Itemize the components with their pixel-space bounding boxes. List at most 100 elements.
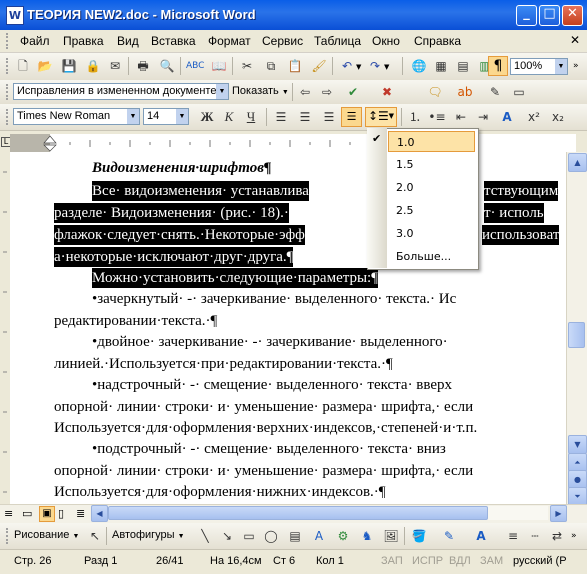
- reviewing-pane-icon[interactable]: ▭: [510, 83, 528, 101]
- permission-icon[interactable]: 🔒: [84, 57, 102, 75]
- align-center-icon[interactable]: ☰: [296, 108, 314, 126]
- bullets-icon[interactable]: •≡: [428, 108, 446, 126]
- zoom-select[interactable]: 100% ▼: [510, 58, 568, 75]
- line-spacing-option[interactable]: 2.0: [388, 177, 475, 198]
- title-bar[interactable]: W ТЕОРИЯ NEW2.doc - Microsoft Word _ □ ✕: [0, 0, 587, 30]
- autoshapes-menu-button[interactable]: Автофигуры ▼: [112, 529, 185, 541]
- chevron-down-icon[interactable]: ▼: [176, 109, 188, 124]
- status-track-changes[interactable]: ИСПР: [412, 555, 443, 567]
- oval-tool-icon[interactable]: ◯: [262, 527, 280, 545]
- drawing-menu-button[interactable]: Рисование ▼: [14, 529, 79, 541]
- toolbar-options-icon[interactable]: »: [571, 531, 577, 541]
- line-tool-icon[interactable]: ╲: [196, 527, 214, 545]
- align-left-icon[interactable]: ☰: [272, 108, 290, 126]
- scroll-right-icon[interactable]: ▶: [550, 505, 567, 522]
- scroll-up-icon[interactable]: ▲: [568, 153, 587, 172]
- status-record[interactable]: ЗАП: [381, 555, 403, 567]
- menu-window[interactable]: Окно: [372, 34, 400, 48]
- toolbar-grip-icon[interactable]: [6, 84, 11, 100]
- word-doc-icon[interactable]: W: [6, 6, 24, 25]
- display-for-review-select[interactable]: Исправления в измененном документе ▼: [13, 83, 229, 100]
- insert-picture-icon[interactable]: 🖼: [382, 527, 400, 545]
- line-spacing-option[interactable]: 1.0: [388, 131, 475, 152]
- web-view-icon[interactable]: ▭: [22, 507, 32, 520]
- toolbar-grip-icon[interactable]: [6, 528, 11, 544]
- menu-help[interactable]: Справка: [414, 34, 461, 48]
- drawing-font-color-icon[interactable]: A: [472, 527, 490, 545]
- increase-indent-icon[interactable]: ⇥: [474, 108, 492, 126]
- accept-change-icon[interactable]: ✔: [344, 83, 362, 101]
- print-preview-icon[interactable]: 🔍: [158, 57, 176, 75]
- new-doc-icon[interactable]: 🗋: [14, 57, 32, 75]
- chevron-down-icon[interactable]: ▼: [555, 59, 567, 74]
- reading-view-icon[interactable]: ▯: [58, 507, 64, 520]
- previous-change-icon[interactable]: ⇦: [296, 83, 314, 101]
- dash-style-icon[interactable]: ┄: [526, 527, 544, 545]
- line-style-icon[interactable]: ≡: [504, 527, 522, 545]
- cut-icon[interactable]: ✂: [238, 57, 256, 75]
- minimize-button[interactable]: _: [516, 5, 537, 26]
- justify-icon[interactable]: ☰: [341, 107, 362, 127]
- horizontal-ruler[interactable]: [10, 134, 576, 153]
- italic-button[interactable]: К: [220, 108, 238, 126]
- vertical-ruler[interactable]: [0, 152, 10, 504]
- menu-tools[interactable]: Сервис: [262, 34, 303, 48]
- email-icon[interactable]: ✉: [106, 57, 124, 75]
- align-right-icon[interactable]: ☰: [320, 108, 338, 126]
- underline-button[interactable]: Ч: [242, 108, 260, 126]
- print-icon[interactable]: 🖶: [134, 57, 152, 75]
- status-overtype[interactable]: ЗАМ: [480, 555, 503, 567]
- insert-comment-icon[interactable]: 🗨: [426, 83, 444, 101]
- scroll-down-icon[interactable]: ▼: [568, 435, 587, 454]
- menu-file[interactable]: Файл: [20, 34, 50, 48]
- wordart-icon[interactable]: A: [310, 527, 328, 545]
- horizontal-scroll-thumb[interactable]: [108, 506, 488, 520]
- show-formatting-icon[interactable]: ¶: [488, 56, 508, 76]
- font-name-select[interactable]: Times New Roman ▼: [13, 108, 140, 125]
- paste-icon[interactable]: 📋: [286, 57, 304, 75]
- scroll-left-icon[interactable]: ◀: [91, 505, 108, 522]
- normal-view-icon[interactable]: ≡: [4, 507, 13, 520]
- menu-view[interactable]: Вид: [117, 34, 139, 48]
- show-menu-button[interactable]: Показать ▼: [232, 85, 289, 97]
- superscript-icon[interactable]: x²: [525, 108, 543, 126]
- open-icon[interactable]: 📂: [36, 57, 54, 75]
- line-color-icon[interactable]: ✎: [440, 527, 458, 545]
- menu-edit[interactable]: Правка: [63, 34, 104, 48]
- highlight-icon[interactable]: ab: [456, 83, 474, 101]
- font-size-select[interactable]: 14 ▼: [143, 108, 189, 125]
- status-extend[interactable]: ВДЛ: [449, 555, 471, 567]
- close-document-icon[interactable]: ✕: [570, 33, 580, 47]
- format-painter-icon[interactable]: 🖌: [310, 57, 328, 75]
- subscript-icon[interactable]: x₂: [549, 108, 567, 126]
- decrease-indent-icon[interactable]: ⇤: [452, 108, 470, 126]
- copy-icon[interactable]: ⧉: [262, 57, 280, 75]
- research-icon[interactable]: 📖: [210, 57, 228, 75]
- undo-dropdown-icon[interactable]: ▼: [356, 63, 361, 71]
- horizontal-scroll-track[interactable]: [108, 506, 548, 520]
- toolbar-options-icon[interactable]: »: [573, 61, 579, 71]
- text-box-icon[interactable]: ▤: [286, 527, 304, 545]
- line-spacing-more[interactable]: Больше...: [388, 246, 475, 267]
- line-spacing-option[interactable]: 2.5: [388, 200, 475, 221]
- diagram-icon[interactable]: ⚙: [334, 527, 352, 545]
- toolbar-grip-icon[interactable]: [6, 58, 11, 74]
- fill-color-icon[interactable]: 🪣: [410, 527, 428, 545]
- insert-table-icon[interactable]: ▤: [454, 57, 472, 75]
- menu-insert[interactable]: Вставка: [151, 34, 196, 48]
- font-color-icon[interactable]: A: [498, 108, 516, 126]
- rectangle-tool-icon[interactable]: ▭: [240, 527, 258, 545]
- numbering-icon[interactable]: ⒈: [406, 108, 424, 126]
- redo-icon[interactable]: ↷: [366, 57, 384, 75]
- hyperlink-icon[interactable]: 🌐: [410, 57, 428, 75]
- chevron-down-icon[interactable]: ▼: [127, 109, 139, 124]
- line-spacing-button[interactable]: ↕☰ ▼: [365, 107, 397, 127]
- line-spacing-option[interactable]: 3.0: [388, 223, 475, 244]
- outline-view-icon[interactable]: ≣: [76, 507, 85, 520]
- arrow-tool-icon[interactable]: ↘: [218, 527, 236, 545]
- select-objects-icon[interactable]: ↖: [86, 527, 104, 545]
- toolbar-grip-icon[interactable]: [6, 109, 11, 125]
- redo-dropdown-icon[interactable]: ▼: [384, 63, 389, 71]
- scroll-thumb[interactable]: [568, 322, 585, 348]
- menu-format[interactable]: Формат: [208, 34, 251, 48]
